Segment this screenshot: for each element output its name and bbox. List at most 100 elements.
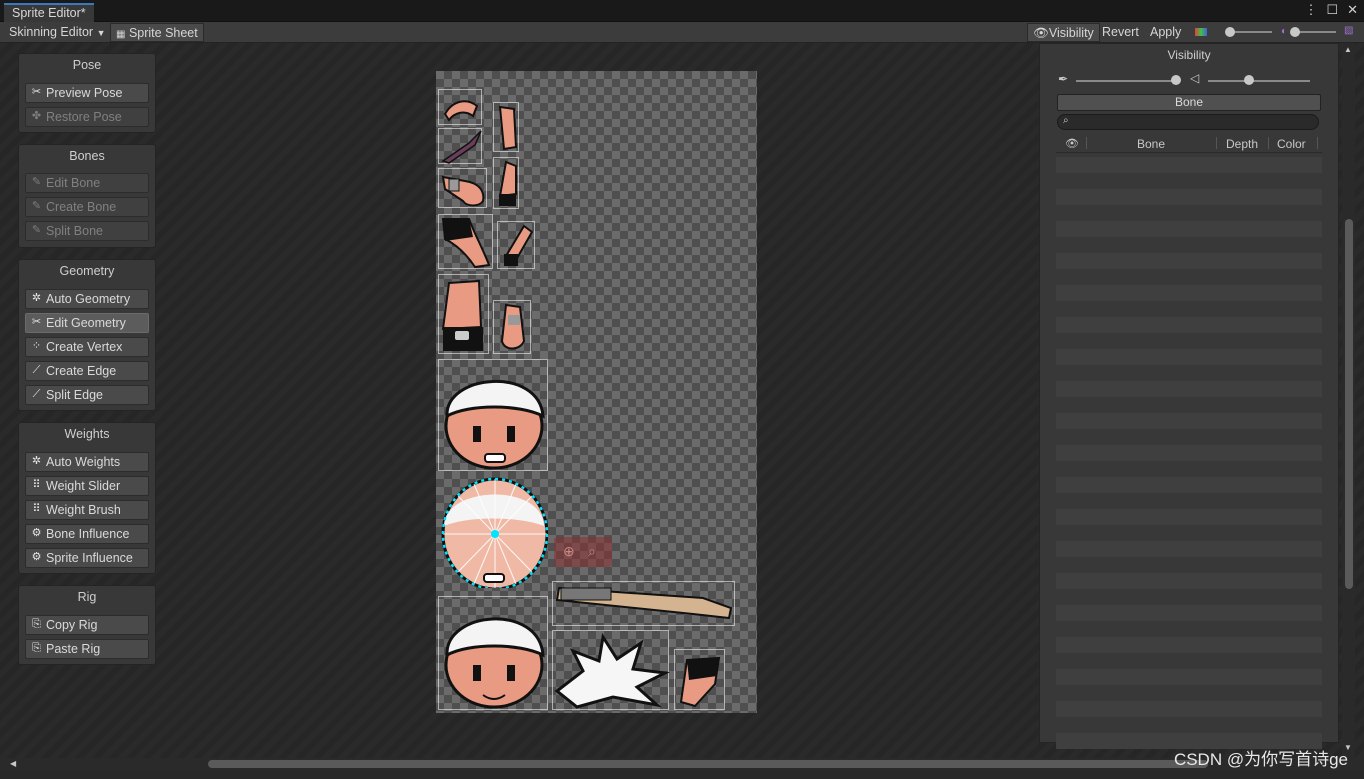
split-bone-button[interactable]: ✎ Split Bone — [25, 221, 149, 241]
mesh-opacity-slider[interactable] — [1208, 80, 1310, 82]
revert-button[interactable]: Revert — [1097, 23, 1144, 42]
bone-table-header: 👁 Bone Depth Color — [1056, 135, 1322, 153]
close-icon[interactable]: ✕ — [1347, 2, 1358, 18]
bone-table-row — [1056, 157, 1322, 173]
sprite-head-selected[interactable] — [438, 476, 549, 591]
sprite-forearm[interactable] — [493, 102, 519, 152]
apply-button[interactable]: Apply — [1145, 23, 1186, 42]
bones-panel: Bones ✎ Edit Bone ✎ Create Bone ✎ Split Bon… — [18, 144, 156, 248]
sprite-influence-label: Sprite Influence — [46, 551, 133, 565]
window-tab-bar: Sprite Editor* ⋮ ☐ ✕ — [0, 0, 1364, 22]
horizontal-scrollbar[interactable]: ◀ — [0, 758, 1364, 771]
sprite-knife[interactable] — [438, 128, 482, 164]
shoe-image — [679, 656, 721, 708]
eye-icon[interactable]: 👁 — [1065, 137, 1079, 150]
column-bone[interactable]: Bone — [1137, 137, 1165, 151]
sprite-head-smile[interactable] — [438, 596, 548, 710]
vertical-scrollbar[interactable]: ▲ ▼ — [1342, 43, 1355, 758]
column-depth[interactable]: Depth — [1226, 137, 1258, 151]
fist-image — [441, 175, 485, 207]
bone-table-row — [1056, 349, 1322, 365]
sprite-thigh[interactable] — [438, 214, 493, 269]
vertical-scroll-thumb[interactable] — [1345, 219, 1353, 589]
tab-sprite-editor[interactable]: Sprite Editor* — [4, 3, 94, 22]
sprite-shoe[interactable] — [674, 649, 725, 710]
forearm-band-image — [498, 160, 517, 206]
hair-image — [554, 632, 671, 709]
sprite-torso[interactable] — [438, 274, 489, 354]
sprite-shin[interactable] — [497, 221, 535, 269]
create-edge-button[interactable]: ⟋ Create Edge — [25, 361, 149, 381]
bone-table-row — [1056, 701, 1322, 717]
sprite-fist[interactable] — [438, 168, 487, 208]
forearm-image — [498, 105, 518, 151]
split-bone-label: Split Bone — [46, 224, 103, 238]
preview-pose-button[interactable]: ✂ Preview Pose — [25, 83, 149, 103]
alpha-slider-knob[interactable] — [1225, 27, 1235, 37]
visibility-panel-title: Visibility — [1167, 48, 1211, 62]
scroll-left-icon[interactable]: ◀ — [10, 759, 16, 768]
sprite-hair[interactable] — [552, 630, 671, 710]
mode-dropdown-label: Skinning Editor — [9, 25, 94, 39]
edit-bone-button[interactable]: ✎ Edit Bone — [25, 173, 149, 193]
column-divider — [1268, 137, 1269, 149]
auto-geometry-label: Auto Geometry — [46, 292, 131, 306]
zoom-icon: ▧ — [1344, 25, 1354, 36]
zoom-icon[interactable]: ⌕ — [588, 543, 596, 560]
sprite-forearm-band[interactable] — [493, 157, 519, 209]
bone-influence-label: Bone Influence — [46, 527, 130, 541]
bone-search-input[interactable]: ⌕ — [1057, 114, 1319, 130]
mesh-opacity-knob[interactable] — [1243, 75, 1254, 85]
pose-icon: ✂ — [31, 86, 42, 98]
bone-influence-button[interactable]: ⚙ Bone Influence — [25, 524, 149, 544]
auto-geometry-button[interactable]: ✲ Auto Geometry — [25, 289, 149, 309]
bone-influence-icon: ⚙ — [31, 527, 42, 539]
visibility-button[interactable]: 👁Visibility — [1027, 23, 1100, 42]
create-bone-button[interactable]: ✎ Create Bone — [25, 197, 149, 217]
zoom-slider-knob[interactable] — [1290, 27, 1300, 37]
scroll-up-icon[interactable]: ▲ — [1344, 45, 1352, 54]
weight-slider-label: Weight Slider — [46, 479, 121, 493]
bone-tab[interactable]: Bone — [1057, 94, 1321, 111]
auto-weights-button[interactable]: ✲ Auto Weights — [25, 452, 149, 472]
column-color[interactable]: Color — [1277, 137, 1306, 151]
create-edge-label: Create Edge — [46, 364, 117, 378]
rig-panel: Rig ⎘ Copy Rig ⎘ Paste Rig — [18, 585, 156, 665]
sprite-sheet-label: Sprite Sheet — [128, 26, 198, 40]
weight-brush-icon: ⠿ — [32, 503, 41, 515]
mipmap-icon: ◐ — [1281, 26, 1288, 37]
sprite-hand[interactable] — [493, 300, 531, 354]
sprite-bat[interactable] — [552, 581, 735, 626]
weight-slider-button[interactable]: ⠿ Weight Slider — [25, 476, 149, 496]
bone-opacity-slider[interactable] — [1076, 80, 1176, 82]
copy-rig-button[interactable]: ⎘ Copy Rig — [25, 615, 149, 635]
paste-rig-label: Paste Rig — [46, 642, 101, 656]
color-mode-button[interactable] — [1190, 23, 1214, 42]
paste-icon: ⎘ — [32, 642, 41, 654]
sprite-upper-arm[interactable] — [438, 89, 482, 125]
sprite-sheet-button[interactable]: ▦ Sprite Sheet — [110, 23, 204, 42]
weight-brush-button[interactable]: ⠿ Weight Brush — [25, 500, 149, 520]
horizontal-scroll-thumb[interactable] — [208, 760, 1208, 768]
sprite-head-angry[interactable] — [438, 359, 548, 471]
pose-panel: Pose ✂ Preview Pose ✤ Restore Pose — [18, 53, 156, 133]
bone-table-row — [1056, 509, 1322, 525]
geometry-panel-title: Geometry — [59, 264, 115, 278]
paste-rig-button[interactable]: ⎘ Paste Rig — [25, 639, 149, 659]
create-vertex-button[interactable]: ⁘ Create Vertex — [25, 337, 149, 357]
mesh-overlay-tools[interactable]: ⊕ ⌕ — [554, 537, 612, 567]
bone-opacity-knob[interactable] — [1171, 75, 1181, 85]
maximize-icon[interactable]: ☐ — [1326, 2, 1338, 18]
sprite-influence-button[interactable]: ⚙ Sprite Influence — [25, 548, 149, 568]
visibility-label: Visibility — [1048, 26, 1094, 40]
split-edge-button[interactable]: ⟋ Split Edge — [25, 385, 149, 405]
chevron-down-icon: ▼ — [96, 28, 106, 38]
edit-geometry-button[interactable]: ✂ Edit Geometry — [25, 313, 149, 333]
sprite-canvas[interactable]: Pose ✂ Preview Pose ✤ Restore Pose Bones ✎… — [0, 43, 1364, 758]
sprite-sheet-texture[interactable]: ⊕ ⌕ — [436, 71, 757, 713]
weight-icon[interactable]: ⊕ — [563, 543, 575, 560]
restore-pose-button[interactable]: ✤ Restore Pose — [25, 107, 149, 127]
preview-pose-label: Preview Pose — [46, 86, 123, 100]
mode-dropdown[interactable]: Skinning Editor ▼ — [4, 23, 110, 42]
more-options-icon[interactable]: ⋮ — [1304, 2, 1317, 18]
